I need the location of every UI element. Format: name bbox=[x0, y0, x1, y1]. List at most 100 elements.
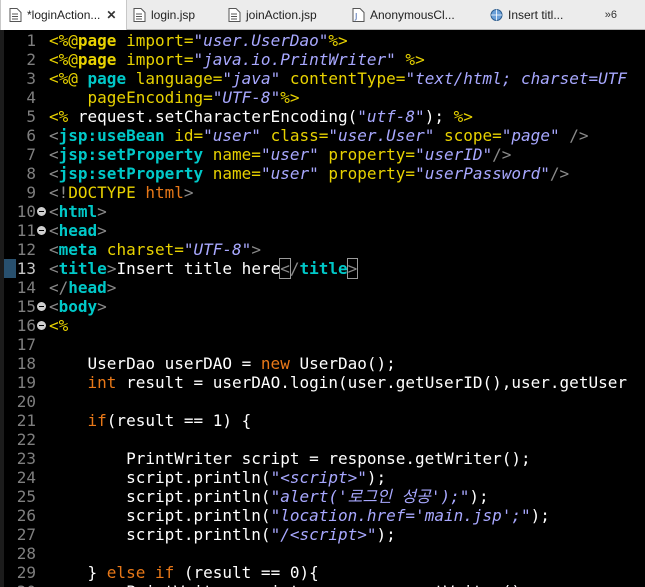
fold-toggle-icon[interactable] bbox=[37, 226, 46, 235]
code-line-29[interactable]: 29 } else if (result == 0){ bbox=[0, 563, 645, 582]
code-line-7[interactable]: 7 <jsp:setProperty name="user" property="… bbox=[0, 145, 645, 164]
code-token: "user" bbox=[203, 126, 261, 145]
code-token: < bbox=[49, 221, 59, 240]
code-token: <! bbox=[49, 183, 69, 202]
code-line-25[interactable]: 25 script.println("alert('로그인 성공');"); bbox=[0, 487, 645, 506]
code-token: id= bbox=[164, 126, 204, 145]
code-token: > bbox=[106, 259, 117, 278]
code-token: head bbox=[58, 221, 98, 240]
code-token: "userID" bbox=[415, 145, 493, 164]
code-token: < bbox=[49, 240, 59, 259]
browser-icon bbox=[490, 9, 503, 21]
code-line-12[interactable]: 12 <meta charset="UTF-8"> bbox=[0, 240, 645, 259]
code-token: request.setCharacterEncoding( bbox=[68, 107, 358, 126]
code-token: > bbox=[251, 240, 261, 259]
code-line-19[interactable]: 19 int result = userDAO.login(user.getUs… bbox=[0, 373, 645, 392]
code-token: title bbox=[58, 259, 107, 278]
code-line-16[interactable]: 16 <% bbox=[0, 316, 645, 335]
code-token: ); bbox=[366, 468, 387, 487]
code-text: script.println("location.href='main.jsp'… bbox=[49, 506, 550, 525]
code-line-27[interactable]: 27 script.println("/<script>"); bbox=[0, 525, 645, 544]
tab-loginaction-jsp[interactable]: *loginAction... ✕ bbox=[0, 0, 127, 30]
code-line-22[interactable]: 22 bbox=[0, 430, 645, 449]
code-editor[interactable]: 1 <%@page import="user.UserDao"%> 2 <%@page… bbox=[0, 30, 645, 587]
code-line-3[interactable]: 3 <%@ page language="java" contentType="t… bbox=[0, 69, 645, 88]
code-line-20[interactable]: 20 bbox=[0, 392, 645, 411]
code-token: int bbox=[87, 373, 117, 392]
line-number: 8 bbox=[26, 164, 36, 183]
close-icon[interactable]: ✕ bbox=[106, 8, 116, 22]
code-line-6[interactable]: 6 <jsp:useBean id="user" class="user.User… bbox=[0, 126, 645, 145]
code-token: head bbox=[68, 278, 107, 297]
line-number: 20 bbox=[16, 392, 36, 411]
line-number: 14 bbox=[16, 278, 36, 297]
code-token: "UTF-8" bbox=[212, 88, 281, 107]
code-text: <jsp:useBean id="user" class="user.User"… bbox=[49, 126, 588, 145]
code-line-23[interactable]: 23 PrintWriter script = response.getWrit… bbox=[0, 449, 645, 468]
code-token: language= bbox=[126, 69, 223, 88]
code-line-1[interactable]: 1 <%@page import="user.UserDao"%> bbox=[0, 31, 645, 50]
code-token: meta bbox=[58, 240, 98, 259]
more-tabs-button[interactable]: »6 bbox=[605, 0, 617, 30]
code-token: Insert title here bbox=[116, 259, 281, 278]
code-line-15[interactable]: 15 <body> bbox=[0, 297, 645, 316]
fold-toggle-icon[interactable] bbox=[37, 321, 46, 330]
code-line-13[interactable]: 13 <title>Insert title here</title> bbox=[0, 258, 645, 279]
code-line-24[interactable]: 24 script.println("<script>"); bbox=[0, 468, 645, 487]
code-text: script.println("alert('로그인 성공');"); bbox=[49, 487, 489, 506]
code-token: </ bbox=[49, 278, 69, 297]
code-token: } bbox=[49, 563, 107, 582]
tab-browser-preview[interactable]: Insert titl... bbox=[490, 0, 563, 30]
tab-anonymousclass[interactable]: J AnonymousCl... bbox=[352, 0, 455, 30]
code-line-28[interactable]: 28 bbox=[0, 544, 645, 563]
code-line-14[interactable]: 14 </head> bbox=[0, 278, 645, 297]
tab-joinaction-jsp[interactable]: joinAction.jsp bbox=[228, 0, 317, 30]
code-token: import= bbox=[116, 50, 194, 69]
code-line-17[interactable]: 17 bbox=[0, 335, 645, 354]
code-text: <meta charset="UTF-8"> bbox=[49, 240, 261, 259]
code-text: script.println("/<script>"); bbox=[49, 525, 396, 544]
code-token: script.println( bbox=[49, 468, 271, 487]
code-line-8[interactable]: 8 <jsp:setProperty name="user" property="… bbox=[0, 164, 645, 183]
fold-toggle-icon[interactable] bbox=[37, 207, 46, 216]
line-number: 9 bbox=[26, 183, 36, 202]
code-line-10[interactable]: 10 <html> bbox=[0, 202, 645, 221]
line-number: 4 bbox=[26, 88, 36, 107]
code-line-4[interactable]: 4 pageEncoding="UTF-8"%> bbox=[0, 88, 645, 107]
code-token: "user.UserDao" bbox=[193, 31, 329, 50]
code-token: property= bbox=[318, 145, 416, 164]
line-number: 28 bbox=[16, 544, 36, 563]
line-number: 22 bbox=[16, 430, 36, 449]
code-line-5[interactable]: 5 <% request.setCharacterEncoding("utf-8"… bbox=[0, 107, 645, 126]
code-token: else bbox=[106, 563, 146, 582]
code-token: "text/html; charset=UTF bbox=[405, 69, 627, 88]
code-text: <html> bbox=[49, 202, 107, 221]
tab-login-jsp[interactable]: login.jsp bbox=[133, 0, 195, 30]
code-token: "userPassword" bbox=[415, 164, 550, 183]
code-token: "location.href='main.jsp';" bbox=[270, 506, 531, 525]
code-token: > bbox=[97, 202, 107, 221]
code-token: ); bbox=[469, 487, 489, 506]
code-line-11[interactable]: 11 <head> bbox=[0, 221, 645, 240]
code-token: "user" bbox=[260, 145, 319, 164]
code-token: if bbox=[154, 563, 175, 582]
code-text: <!DOCTYPE html> bbox=[49, 183, 194, 202]
code-token: > bbox=[97, 221, 107, 240]
line-number: 26 bbox=[16, 506, 36, 525]
code-token: name= bbox=[203, 145, 261, 164]
code-text: <head> bbox=[49, 221, 107, 240]
code-token: ); bbox=[530, 506, 550, 525]
line-number: 25 bbox=[16, 487, 36, 506]
code-token: scope= bbox=[434, 126, 502, 145]
code-token: "user.User" bbox=[328, 126, 435, 145]
code-line-2[interactable]: 2 <%@page import="java.io.PrintWriter" %> bbox=[0, 50, 645, 69]
code-line-26[interactable]: 26 script.println("location.href='main.j… bbox=[0, 506, 645, 525]
code-line-21[interactable]: 21 if(result == 1) { bbox=[0, 411, 645, 430]
fold-toggle-icon[interactable] bbox=[37, 302, 46, 311]
code-token: > bbox=[106, 278, 117, 297]
code-line-30[interactable]: 30 PrintWriter script = response.getWrit… bbox=[0, 582, 645, 587]
code-token: page bbox=[77, 31, 117, 50]
code-token: page bbox=[77, 69, 127, 88]
code-line-18[interactable]: 18 UserDao userDAO = new UserDao(); bbox=[0, 354, 645, 373]
code-line-9[interactable]: 9 <!DOCTYPE html> bbox=[0, 183, 645, 202]
